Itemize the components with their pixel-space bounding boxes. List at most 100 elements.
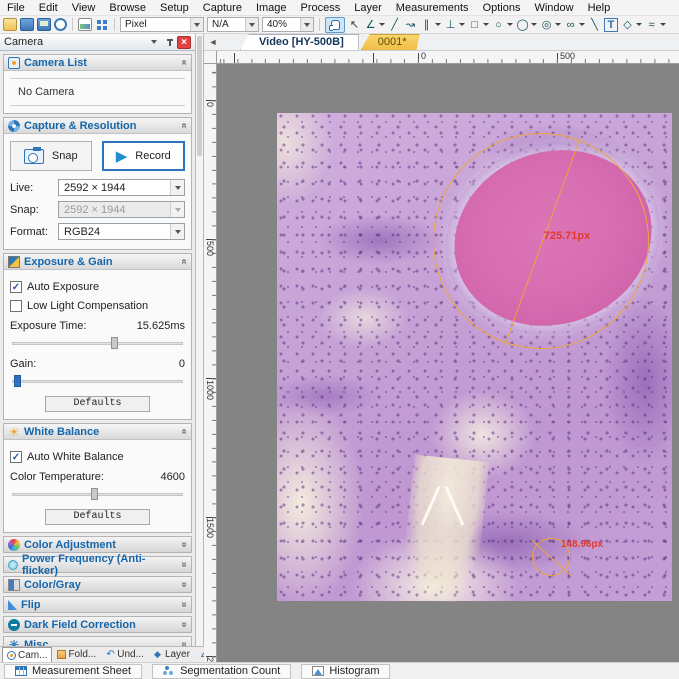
ellipse-tool-icon[interactable]: ○ bbox=[492, 17, 505, 33]
expand-icon[interactable]: « bbox=[179, 602, 190, 608]
chevron-down-icon[interactable] bbox=[660, 23, 666, 26]
close-icon[interactable]: × bbox=[177, 36, 191, 49]
measurement-sheet-button[interactable]: Measurement Sheet bbox=[4, 664, 142, 679]
menu-options[interactable]: Options bbox=[476, 0, 528, 16]
circle-tool-icon[interactable]: ◯ bbox=[516, 17, 529, 33]
image-canvas[interactable]: 725.71px 148.96px bbox=[217, 64, 679, 662]
chevron-down-icon[interactable] bbox=[555, 23, 561, 26]
magnification-select[interactable]: N/A bbox=[207, 17, 259, 32]
menu-view[interactable]: View bbox=[65, 0, 103, 16]
menu-layer[interactable]: Layer bbox=[347, 0, 389, 16]
scrollbar-thumb[interactable] bbox=[197, 36, 202, 156]
browse-images-icon[interactable] bbox=[78, 18, 92, 31]
chevron-down-icon[interactable] bbox=[531, 23, 537, 26]
white-balance-header[interactable]: ☀ White Balance « bbox=[4, 424, 191, 440]
panel-menu-icon[interactable] bbox=[147, 36, 161, 49]
chevron-down-icon[interactable] bbox=[435, 23, 441, 26]
polyline-tool-icon[interactable]: ↝ bbox=[404, 17, 417, 33]
misc-header[interactable]: ✳ Misc « bbox=[3, 636, 192, 646]
chevron-down-icon[interactable] bbox=[245, 18, 258, 31]
line-tool-icon[interactable]: ╱ bbox=[388, 17, 401, 33]
chevron-down-icon[interactable] bbox=[379, 23, 385, 26]
hand-tool-icon[interactable] bbox=[325, 17, 345, 33]
format-select[interactable]: RGB24 bbox=[58, 223, 185, 240]
expand-icon[interactable]: « bbox=[179, 622, 190, 628]
snap-button[interactable]: Snap bbox=[10, 141, 92, 171]
arc-tool-icon[interactable]: ╲ bbox=[588, 17, 601, 33]
polygon-tool-icon[interactable]: ◇ bbox=[621, 17, 634, 33]
power-frequency-header[interactable]: Power Frequency (Anti-flicker) « bbox=[3, 556, 192, 573]
segmentation-count-button[interactable]: Segmentation Count bbox=[152, 664, 291, 679]
unit-select[interactable]: Pixel bbox=[120, 17, 204, 32]
chevron-down-icon[interactable] bbox=[459, 23, 465, 26]
expand-icon[interactable]: « bbox=[179, 562, 190, 568]
rectangle-tool-icon[interactable]: □ bbox=[468, 17, 481, 33]
zoom-select[interactable]: 40% bbox=[262, 17, 314, 32]
chevron-down-icon[interactable] bbox=[300, 18, 313, 31]
expand-icon[interactable]: « bbox=[179, 582, 190, 588]
save-icon[interactable] bbox=[20, 18, 34, 31]
menu-help[interactable]: Help bbox=[581, 0, 618, 16]
low-light-checkbox[interactable] bbox=[10, 300, 22, 312]
menu-capture[interactable]: Capture bbox=[196, 0, 249, 16]
menu-setup[interactable]: Setup bbox=[153, 0, 196, 16]
chevron-down-icon[interactable] bbox=[579, 23, 585, 26]
dark-field-header[interactable]: Dark Field Correction « bbox=[3, 616, 192, 633]
parallel-tool-icon[interactable]: ∥ bbox=[420, 17, 433, 33]
exposure-time-slider[interactable] bbox=[12, 336, 183, 350]
wave-tool-icon[interactable]: ≈ bbox=[645, 17, 658, 33]
collapse-icon[interactable]: « bbox=[179, 259, 190, 265]
text-tool-icon[interactable]: T bbox=[604, 18, 618, 32]
collapse-icon[interactable]: « bbox=[179, 123, 190, 129]
chevron-down-icon[interactable] bbox=[483, 23, 489, 26]
menu-process[interactable]: Process bbox=[294, 0, 348, 16]
gain-slider[interactable] bbox=[12, 374, 183, 388]
perpendicular-tool-icon[interactable]: ⊥ bbox=[444, 17, 457, 33]
color-temperature-slider[interactable] bbox=[12, 487, 183, 501]
flip-header[interactable]: Flip « bbox=[3, 596, 192, 613]
camera-list-header[interactable]: Camera List « bbox=[4, 55, 191, 71]
nav-left-icon[interactable]: ◄ bbox=[204, 34, 222, 50]
open-file-icon[interactable] bbox=[3, 18, 17, 31]
link-annotation-tool-icon[interactable]: ∞ bbox=[564, 17, 577, 33]
slider-thumb[interactable] bbox=[14, 375, 21, 387]
menu-browse[interactable]: Browse bbox=[102, 0, 153, 16]
tab-camera[interactable]: Cam... bbox=[2, 647, 52, 662]
color-adjustment-header[interactable]: Color Adjustment « bbox=[3, 536, 192, 553]
color-gray-header[interactable]: Color/Gray « bbox=[3, 576, 192, 593]
expand-icon[interactable]: « bbox=[179, 542, 190, 548]
tab-image-document[interactable]: 0001* bbox=[361, 34, 420, 50]
collapse-icon[interactable]: « bbox=[179, 429, 190, 435]
auto-exposure-checkbox[interactable]: ✓ bbox=[10, 281, 22, 293]
chevron-down-icon[interactable] bbox=[507, 23, 513, 26]
white-balance-defaults-button[interactable]: Defaults bbox=[45, 509, 150, 525]
tab-video-document[interactable]: Video [HY-500B] bbox=[240, 34, 359, 50]
select-arrow-icon[interactable]: ↖ bbox=[348, 17, 361, 33]
angle-tool-icon[interactable]: ∠ bbox=[364, 17, 377, 33]
quick-capture-icon[interactable] bbox=[54, 18, 67, 31]
concentric-circle-tool-icon[interactable]: ◎ bbox=[540, 17, 553, 33]
chevron-down-icon[interactable] bbox=[170, 180, 184, 195]
record-button[interactable]: ▶ Record bbox=[102, 141, 186, 171]
chevron-down-icon[interactable] bbox=[170, 224, 184, 239]
menu-edit[interactable]: Edit bbox=[32, 0, 65, 16]
chevron-down-icon[interactable] bbox=[636, 23, 642, 26]
thumbnail-grid-icon[interactable] bbox=[95, 18, 109, 31]
tab-layer[interactable]: ◆ Layer bbox=[149, 647, 195, 662]
capture-resolution-header[interactable]: Capture & Resolution « bbox=[4, 118, 191, 134]
tab-folders[interactable]: Fold... bbox=[52, 647, 101, 662]
slider-thumb[interactable] bbox=[111, 337, 118, 349]
pin-icon[interactable] bbox=[163, 36, 177, 49]
menu-image[interactable]: Image bbox=[249, 0, 294, 16]
panel-scrollbar[interactable] bbox=[196, 34, 204, 646]
auto-white-balance-checkbox[interactable]: ✓ bbox=[10, 451, 22, 463]
exposure-gain-header[interactable]: Exposure & Gain « bbox=[4, 254, 191, 270]
menu-window[interactable]: Window bbox=[527, 0, 580, 16]
tab-undo[interactable]: ↶ Und... bbox=[101, 647, 149, 662]
chevron-down-icon[interactable] bbox=[190, 18, 203, 31]
save-as-icon[interactable] bbox=[37, 18, 51, 31]
collapse-icon[interactable]: « bbox=[179, 60, 190, 66]
live-resolution-select[interactable]: 2592 × 1944 bbox=[58, 179, 185, 196]
histogram-button[interactable]: Histogram bbox=[301, 664, 390, 679]
menu-measurements[interactable]: Measurements bbox=[389, 0, 476, 16]
